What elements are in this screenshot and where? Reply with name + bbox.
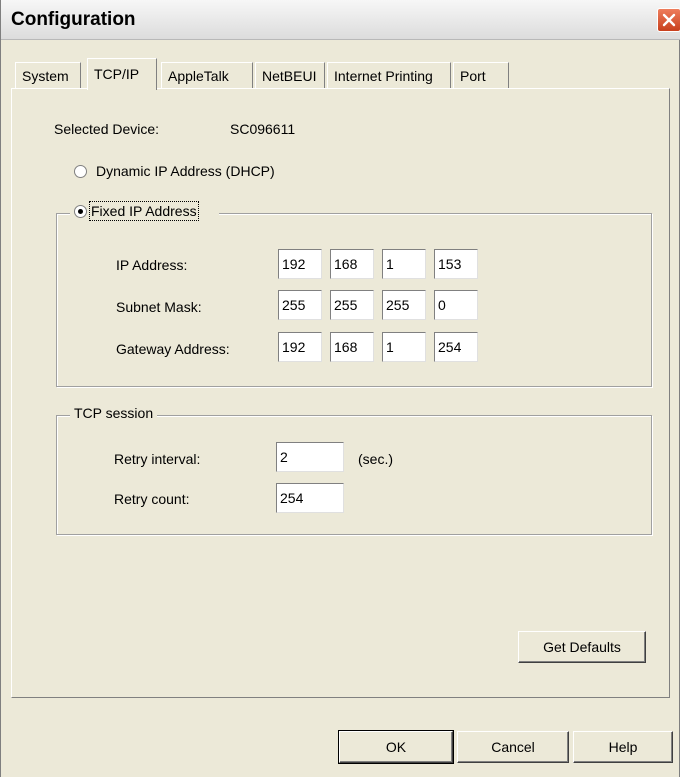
close-icon bbox=[662, 13, 676, 27]
subnet-octet-4[interactable] bbox=[434, 290, 478, 320]
tab-tcpip[interactable]: TCP/IP bbox=[87, 58, 157, 90]
dhcp-radio[interactable] bbox=[74, 165, 87, 178]
gateway-octet-1[interactable] bbox=[278, 332, 322, 362]
ip-octet-3[interactable] bbox=[382, 249, 426, 279]
subnet-octet-2[interactable] bbox=[330, 290, 374, 320]
ip-octet-4[interactable] bbox=[434, 249, 478, 279]
cancel-button[interactable]: Cancel bbox=[457, 731, 569, 763]
tcpip-panel: Selected Device: SC096611 Dynamic IP Add… bbox=[11, 88, 670, 698]
dhcp-label[interactable]: Dynamic IP Address (DHCP) bbox=[96, 163, 275, 179]
tab-system[interactable]: System bbox=[15, 62, 81, 88]
retry-interval-unit: (sec.) bbox=[358, 451, 393, 467]
fixed-ip-label[interactable]: Fixed IP Address bbox=[89, 201, 199, 221]
ip-octet-2[interactable] bbox=[330, 249, 374, 279]
tab-netbeui[interactable]: NetBEUI bbox=[255, 62, 325, 88]
selected-device-value: SC096611 bbox=[230, 121, 296, 137]
tcp-session-group bbox=[56, 415, 652, 535]
close-button[interactable] bbox=[657, 8, 680, 32]
ok-button[interactable]: OK bbox=[338, 730, 454, 764]
fixed-ip-legend: Fixed IP Address bbox=[70, 201, 219, 221]
selected-device-label: Selected Device: bbox=[54, 121, 160, 137]
ip-octet-1[interactable] bbox=[278, 249, 322, 279]
gateway-octet-3[interactable] bbox=[382, 332, 426, 362]
tab-appletalk[interactable]: AppleTalk bbox=[161, 62, 253, 88]
retry-interval-label: Retry interval: bbox=[114, 451, 201, 467]
get-defaults-button[interactable]: Get Defaults bbox=[518, 631, 646, 663]
subnet-mask-label: Subnet Mask: bbox=[116, 299, 202, 315]
gateway-address-label: Gateway Address: bbox=[116, 341, 230, 357]
subnet-octet-3[interactable] bbox=[382, 290, 426, 320]
configuration-window: Configuration System TCP/IP AppleTalk Ne… bbox=[0, 0, 680, 777]
tab-internet-printing[interactable]: Internet Printing bbox=[327, 62, 451, 88]
fixed-ip-radio[interactable] bbox=[74, 205, 87, 218]
ip-address-label: IP Address: bbox=[116, 257, 188, 273]
help-button[interactable]: Help bbox=[573, 731, 673, 763]
gateway-octet-4[interactable] bbox=[434, 332, 478, 362]
retry-count-input[interactable] bbox=[276, 483, 344, 513]
subnet-octet-1[interactable] bbox=[278, 290, 322, 320]
gateway-octet-2[interactable] bbox=[330, 332, 374, 362]
window-title: Configuration bbox=[11, 9, 136, 30]
tcp-session-legend: TCP session bbox=[70, 405, 158, 421]
retry-count-label: Retry count: bbox=[114, 491, 190, 507]
title-bar[interactable]: Configuration bbox=[1, 0, 680, 40]
tab-port[interactable]: Port bbox=[453, 62, 509, 88]
retry-interval-input[interactable] bbox=[276, 442, 344, 472]
